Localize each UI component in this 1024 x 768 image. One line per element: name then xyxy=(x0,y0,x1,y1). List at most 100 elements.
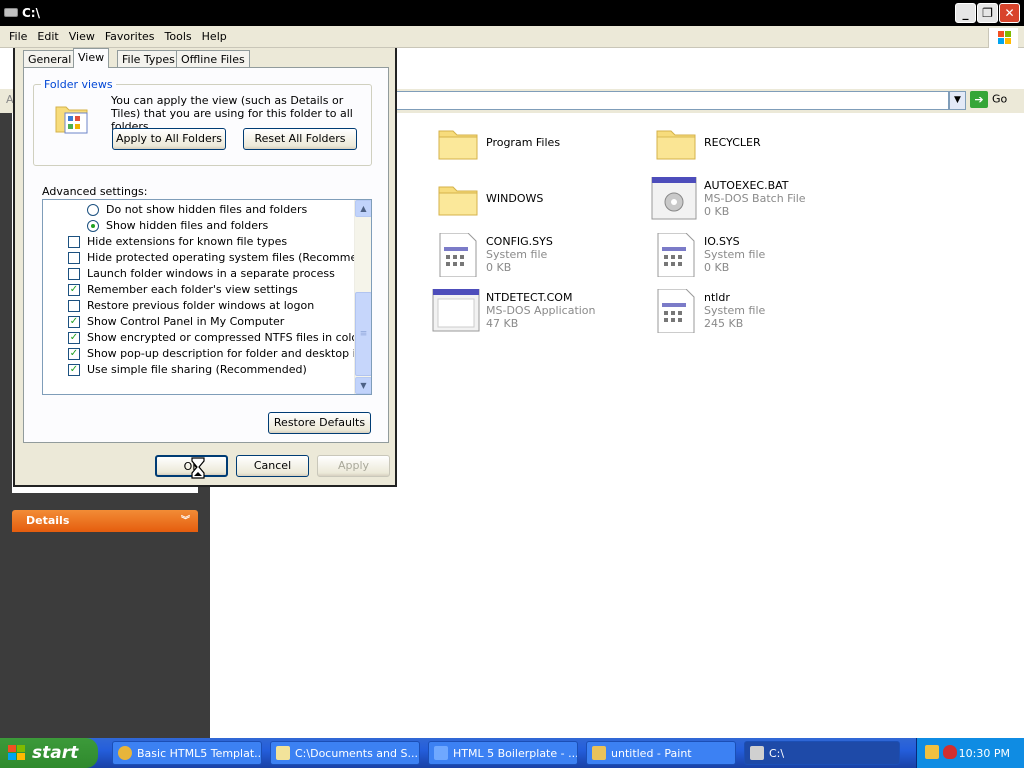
file-item-recycler[interactable]: RECYCLER xyxy=(654,121,874,171)
address-input[interactable] xyxy=(390,91,949,110)
radio-button[interactable] xyxy=(87,220,99,232)
scroll-thumb[interactable]: ≡ xyxy=(355,292,371,376)
cancel-button[interactable]: Cancel xyxy=(236,455,309,477)
start-button[interactable]: start xyxy=(0,738,98,768)
menu-bar: File Edit View Favorites Tools Help xyxy=(0,26,1024,48)
start-label: start xyxy=(32,743,79,763)
drive-icon xyxy=(4,8,18,17)
setting-hide-protected[interactable]: Hide protected operating system files (R… xyxy=(43,250,371,266)
window-title: C:\ xyxy=(22,6,40,20)
setting-hide-extensions[interactable]: Hide extensions for known file types xyxy=(43,234,353,250)
go-label: Go xyxy=(992,92,1008,106)
checkbox-checked[interactable]: ✓ xyxy=(68,284,80,296)
setting-label: Use simple file sharing (Recommended) xyxy=(87,363,307,376)
menu-help[interactable]: Help xyxy=(197,26,232,48)
clock[interactable]: 10:30 PM xyxy=(959,747,1010,760)
setting-simple-sharing[interactable]: ✓ Use simple file sharing (Recommended) xyxy=(43,362,353,378)
close-button[interactable]: ✕ xyxy=(999,3,1020,23)
task-label: untitled - Paint xyxy=(611,747,692,760)
paint-icon xyxy=(592,746,606,760)
setting-remember-view[interactable]: ✓ Remember each folder's view settings xyxy=(43,282,353,298)
folder-views-icon xyxy=(55,106,88,134)
folder-options-dialog: General View File Types Offline Files Fo… xyxy=(13,48,397,487)
tab-file-types[interactable]: File Types xyxy=(117,50,180,67)
tray-keys-icon[interactable] xyxy=(925,745,939,759)
file-type: System file xyxy=(704,248,766,261)
checkbox[interactable] xyxy=(68,236,80,248)
file-name: RECYCLER xyxy=(704,136,761,149)
taskbar-item-paint[interactable]: untitled - Paint xyxy=(586,741,736,765)
file-item-config-sys[interactable]: CONFIG.SYS System file 0 KB xyxy=(436,233,656,283)
radio-button[interactable] xyxy=(87,204,99,216)
file-type: MS-DOS Batch File xyxy=(704,192,806,205)
taskbar-item-boilerplate[interactable]: HTML 5 Boilerplate - ... xyxy=(428,741,578,765)
taskbar-item-documents[interactable]: C:\Documents and S... xyxy=(270,741,420,765)
system-tray: 10:30 PM xyxy=(916,738,1024,768)
ie-icon xyxy=(434,746,448,760)
setting-dont-show-hidden[interactable]: Do not show hidden files and folders xyxy=(43,202,353,218)
tab-offline-files[interactable]: Offline Files xyxy=(176,50,250,67)
apply-to-all-folders-button[interactable]: Apply to All Folders xyxy=(112,128,226,150)
file-name: WINDOWS xyxy=(486,192,544,205)
checkbox[interactable] xyxy=(68,252,80,264)
system-file-icon xyxy=(657,289,695,333)
reset-all-folders-button[interactable]: Reset All Folders xyxy=(243,128,357,150)
menu-edit[interactable]: Edit xyxy=(32,26,63,48)
details-section-header[interactable]: Details ︾ xyxy=(12,510,198,532)
advanced-settings-list[interactable]: Do not show hidden files and folders Sho… xyxy=(42,199,372,395)
apply-button[interactable]: Apply xyxy=(317,455,390,477)
setting-restore-windows[interactable]: Restore previous folder windows at logon xyxy=(43,298,353,314)
file-item-ntldr[interactable]: ntldr System file 245 KB xyxy=(654,289,874,339)
setting-label: Hide protected operating system files (R… xyxy=(87,251,372,264)
hourglass-cursor-icon xyxy=(191,457,205,479)
windows-logo-icon xyxy=(988,28,1018,48)
scroll-up-icon[interactable]: ▲ xyxy=(355,200,371,217)
menu-tools[interactable]: Tools xyxy=(160,26,197,48)
scroll-down-icon[interactable]: ▼ xyxy=(355,377,371,394)
checkbox-checked[interactable]: ✓ xyxy=(68,316,80,328)
setting-popup-description[interactable]: ✓ Show pop-up description for folder and … xyxy=(43,346,371,362)
taskbar-item-c-drive[interactable]: C:\ xyxy=(744,741,900,765)
restore-defaults-button[interactable]: Restore Defaults xyxy=(268,412,371,434)
file-item-io-sys[interactable]: IO.SYS System file 0 KB xyxy=(654,233,874,283)
setting-label: Show hidden files and folders xyxy=(106,219,269,232)
address-dropdown-button[interactable]: ▼ xyxy=(949,91,966,110)
chevron-down-icon: ︾ xyxy=(180,516,190,526)
file-size: 0 KB xyxy=(704,205,730,218)
folder-icon xyxy=(438,186,478,216)
menu-favorites[interactable]: Favorites xyxy=(100,26,160,48)
menu-view[interactable]: View xyxy=(64,26,100,48)
settings-scrollbar[interactable]: ▲ ≡ ▼ xyxy=(354,200,371,394)
checkbox-checked[interactable]: ✓ xyxy=(68,364,80,376)
go-button[interactable]: ➔ Go xyxy=(970,91,1020,110)
file-item-windows[interactable]: WINDOWS xyxy=(436,177,656,227)
setting-label: Show encrypted or compressed NTFS files … xyxy=(87,331,363,344)
checkbox[interactable] xyxy=(68,268,80,280)
checkbox[interactable] xyxy=(68,300,80,312)
drive-icon xyxy=(750,746,764,760)
checkbox-checked[interactable]: ✓ xyxy=(68,332,80,344)
taskbar-item-html5-template[interactable]: Basic HTML5 Templat... xyxy=(112,741,262,765)
batch-file-icon xyxy=(651,177,697,220)
checkbox-checked[interactable]: ✓ xyxy=(68,348,80,360)
folder-icon xyxy=(656,130,696,160)
security-shield-icon[interactable] xyxy=(943,745,957,759)
setting-separate-process[interactable]: Launch folder windows in a separate proc… xyxy=(43,266,353,282)
menu-file[interactable]: File xyxy=(4,26,32,48)
notepad-icon xyxy=(276,746,290,760)
setting-show-hidden[interactable]: Show hidden files and folders xyxy=(43,218,353,234)
tab-general[interactable]: General xyxy=(23,50,77,67)
tab-view[interactable]: View xyxy=(73,48,110,68)
taskbar: start Basic HTML5 Templat... C:\Document… xyxy=(0,738,1024,768)
file-item-program-files[interactable]: Program Files xyxy=(436,121,656,171)
system-file-icon xyxy=(657,233,695,277)
title-bar[interactable]: C:\ _ ❐ ✕ xyxy=(0,0,1024,26)
setting-ntfs-color[interactable]: ✓ Show encrypted or compressed NTFS files… xyxy=(43,330,363,346)
file-item-autoexec[interactable]: AUTOEXEC.BAT MS-DOS Batch File 0 KB xyxy=(650,177,870,227)
restore-button[interactable]: ❐ xyxy=(977,3,998,23)
minimize-button[interactable]: _ xyxy=(955,3,976,23)
setting-show-control-panel[interactable]: ✓ Show Control Panel in My Computer xyxy=(43,314,353,330)
file-item-ntdetect[interactable]: NTDETECT.COM MS-DOS Application 47 KB xyxy=(432,289,652,339)
file-type: MS-DOS Application xyxy=(486,304,596,317)
task-label: C:\ xyxy=(769,747,785,760)
